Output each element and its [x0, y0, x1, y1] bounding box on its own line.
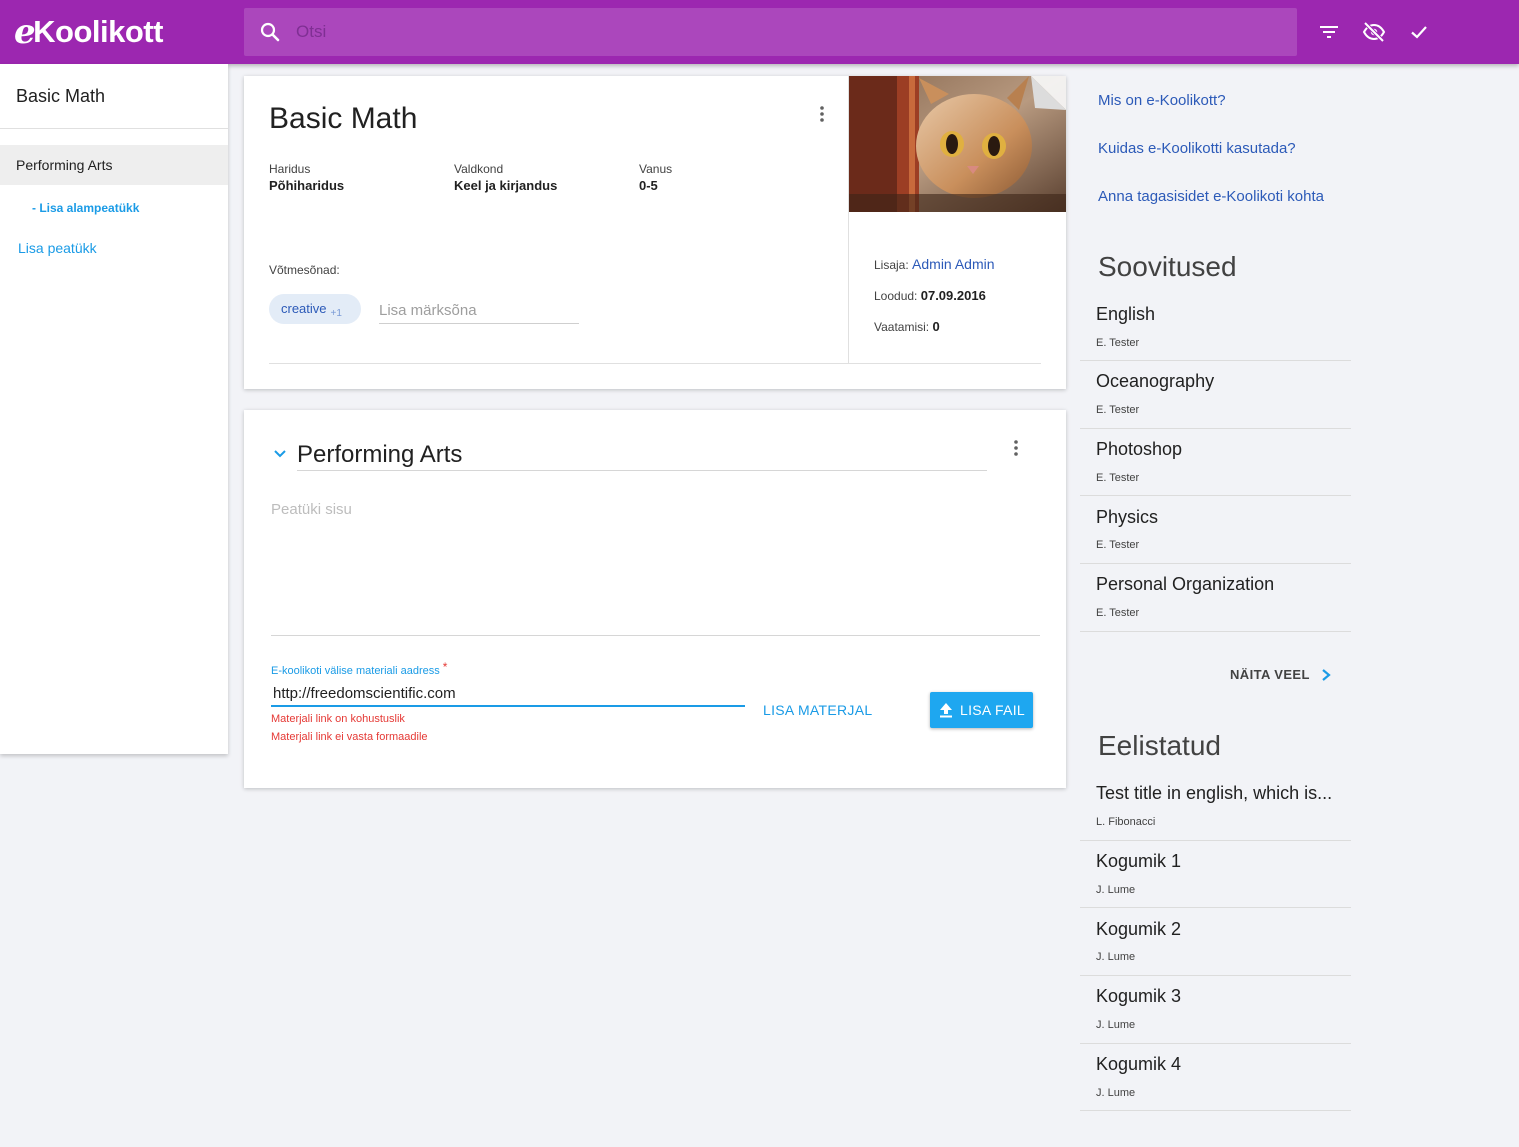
- recommendation-author: E. Tester: [1096, 404, 1140, 416]
- keywords-label: Võtmesõnad:: [269, 263, 340, 277]
- chapter-sidebar: Basic Math Performing Arts - Lisa alampe…: [0, 64, 228, 754]
- views-label: Vaatamisi:: [874, 320, 930, 334]
- added-by-label: Lisaja:: [874, 258, 909, 272]
- author-link[interactable]: Admin Admin: [912, 256, 994, 272]
- list-divider: [1080, 840, 1351, 841]
- recommendation-title[interactable]: English: [1096, 304, 1155, 325]
- featured-author: J. Lume: [1096, 951, 1136, 963]
- chevron-down-icon[interactable]: [272, 446, 288, 462]
- list-divider: [1080, 563, 1351, 564]
- show-more-button[interactable]: NÄITA VEEL: [1230, 667, 1332, 682]
- views-value: 0: [932, 319, 940, 334]
- recommendation-author: E. Tester: [1096, 539, 1140, 551]
- education-label: Haridus: [269, 162, 311, 176]
- recommendation-title[interactable]: Photoshop: [1096, 439, 1182, 460]
- top-app-bar: e Koolikott: [0, 0, 1519, 64]
- link-feedback[interactable]: Anna tagasisidet e-Koolikoti kohta: [1098, 188, 1324, 205]
- recommendation-author: E. Tester: [1096, 337, 1140, 349]
- featured-title[interactable]: Kogumik 4: [1096, 1054, 1181, 1075]
- featured-author: J. Lume: [1096, 1019, 1136, 1031]
- featured-title[interactable]: Kogumik 1: [1096, 851, 1181, 872]
- add-file-button[interactable]: LISA FAIL: [930, 692, 1033, 728]
- featured-title[interactable]: Kogumik 3: [1096, 986, 1181, 1007]
- recommendation-author: E. Tester: [1096, 472, 1140, 484]
- age-value: 0-5: [639, 178, 658, 193]
- sidebar-divider: [0, 128, 228, 129]
- link-what-is[interactable]: Mis on e-Koolikott?: [1098, 92, 1226, 109]
- created-date: Loodud: 07.09.2016: [874, 288, 986, 303]
- keyword-chip-count: +1: [330, 308, 342, 319]
- domain-label: Valdkond: [454, 162, 504, 176]
- logo-prefix: e: [14, 12, 36, 52]
- sidebar-title[interactable]: Basic Math: [16, 86, 105, 107]
- list-divider: [1080, 1043, 1351, 1044]
- list-divider: [1080, 360, 1351, 361]
- list-divider: [1080, 631, 1351, 632]
- added-by: Lisaja: Admin Admin: [874, 256, 995, 272]
- recommendation-title[interactable]: Oceanography: [1096, 371, 1214, 392]
- created-value: 07.09.2016: [920, 288, 986, 303]
- keyword-input[interactable]: [379, 298, 579, 324]
- check-icon[interactable]: [1407, 20, 1431, 44]
- cat-image: [849, 76, 1066, 212]
- chapter-title[interactable]: Performing Arts: [297, 441, 462, 469]
- error-required: Materjali link on kohustuslik: [271, 713, 405, 725]
- list-divider: [1080, 907, 1351, 908]
- recommendation-title[interactable]: Physics: [1096, 507, 1158, 528]
- featured-title[interactable]: Test title in english, which is...: [1096, 783, 1332, 804]
- list-divider: [1080, 428, 1351, 429]
- required-mark: *: [442, 660, 448, 674]
- featured-heading: Eelistatud: [1098, 730, 1221, 761]
- created-label: Loodud:: [874, 289, 918, 303]
- filter-icon[interactable]: [1317, 20, 1341, 44]
- more-vert-icon[interactable]: [812, 104, 832, 124]
- search-input[interactable]: [296, 12, 1297, 52]
- sidebar-item-performing-arts[interactable]: Performing Arts: [0, 145, 228, 185]
- education-value: Põhiharidus: [269, 178, 345, 193]
- material-url-input[interactable]: [271, 682, 745, 707]
- url-label-text: E-koolikoti välise materiali aadress: [271, 665, 440, 677]
- add-subchapter-link[interactable]: - Lisa alampeatükk: [32, 201, 139, 215]
- logo[interactable]: e Koolikott: [14, 12, 163, 52]
- show-more-label: NÄITA VEEL: [1230, 667, 1310, 682]
- recommendations-heading: Soovitused: [1098, 251, 1237, 282]
- recommendation-author: E. Tester: [1096, 607, 1140, 619]
- add-file-label: LISA FAIL: [960, 702, 1025, 718]
- search-bar: [244, 8, 1297, 56]
- featured-author: J. Lume: [1096, 884, 1136, 896]
- material-url-label: E-koolikoti välise materiali aadress *: [271, 660, 448, 677]
- age-label: Vanus: [639, 162, 673, 176]
- featured-author: L. Fibonacci: [1096, 816, 1156, 828]
- add-material-button[interactable]: LISA MATERJAL: [763, 702, 872, 718]
- add-chapter-link[interactable]: Lisa peatükk: [18, 240, 97, 256]
- chapter-card: Performing Arts Peatüki sisu E-koolikoti…: [244, 410, 1066, 788]
- keyword-chip[interactable]: creative +1: [269, 294, 361, 324]
- view-count: Vaatamisi: 0: [874, 319, 940, 334]
- material-thumbnail[interactable]: [849, 76, 1066, 212]
- list-divider: [1080, 975, 1351, 976]
- more-vert-icon[interactable]: [1006, 438, 1026, 458]
- upload-icon: [940, 703, 953, 718]
- chapter-content-editor[interactable]: Peatüki sisu: [271, 501, 352, 518]
- search-icon[interactable]: [258, 20, 282, 44]
- featured-author: J. Lume: [1096, 1087, 1136, 1099]
- chapter-title-underline: [297, 470, 987, 471]
- link-how-to-use[interactable]: Kuidas e-Koolikotti kasutada?: [1098, 140, 1296, 157]
- featured-title[interactable]: Kogumik 2: [1096, 919, 1181, 940]
- domain-value: Keel ja kirjandus: [454, 178, 558, 193]
- material-info-card: Basic Math Haridus Põhiharidus Valdkond …: [244, 76, 1066, 389]
- visibility-off-icon[interactable]: [1362, 20, 1386, 44]
- list-divider: [1080, 495, 1351, 496]
- list-divider: [1080, 1110, 1351, 1111]
- material-title: Basic Math: [269, 102, 418, 135]
- error-format: Materjali link ei vasta formaadile: [271, 731, 428, 743]
- card-divider: [269, 363, 1041, 364]
- chevron-right-icon: [1322, 668, 1331, 681]
- chapter-content-underline: [271, 635, 1040, 636]
- keyword-chip-label: creative: [281, 301, 327, 316]
- recommendation-title[interactable]: Personal Organization: [1096, 574, 1274, 595]
- logo-text: Koolikott: [33, 14, 163, 49]
